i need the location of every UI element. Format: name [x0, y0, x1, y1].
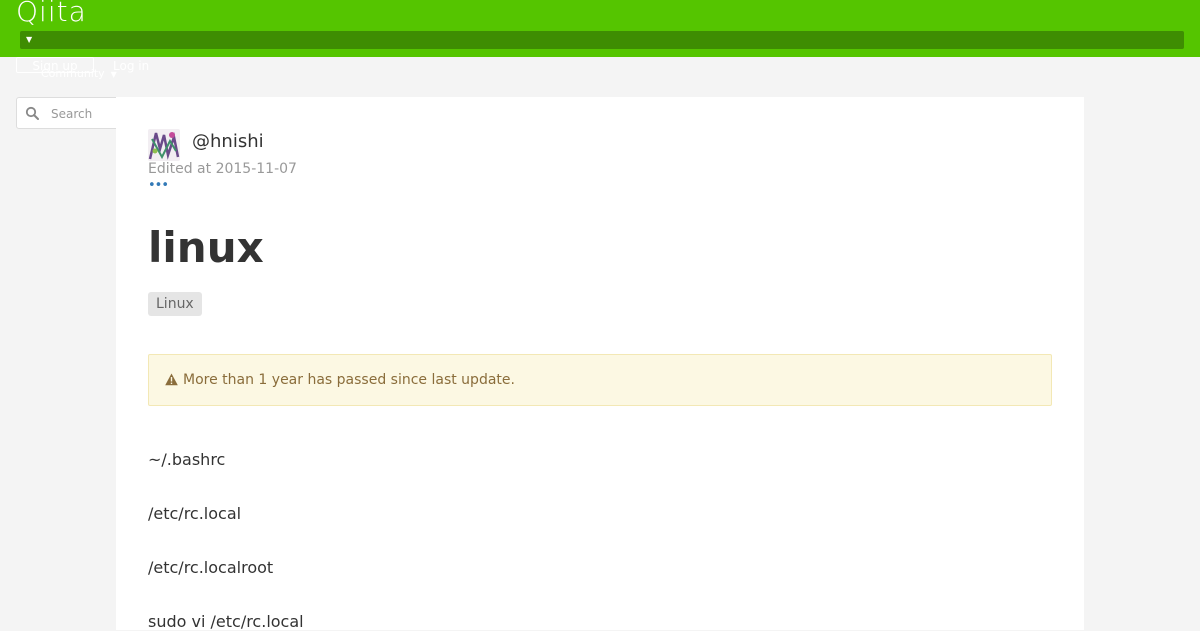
body-line: /etc/rc.localroot	[148, 558, 274, 577]
outdated-warning: More than 1 year has passed since last u…	[148, 354, 1052, 406]
login-link[interactable]: Log in	[113, 58, 149, 74]
warning-icon	[165, 373, 178, 386]
author-avatar[interactable]	[148, 129, 180, 161]
caret-down-icon[interactable]: ▼	[26, 36, 32, 44]
author-name[interactable]: @hnishi	[192, 131, 264, 152]
avatar-image	[148, 129, 180, 161]
site-header: Qiita ▼	[0, 0, 1200, 57]
more-options-icon[interactable]: •••	[148, 179, 169, 192]
warning-text: More than 1 year has passed since last u…	[183, 372, 515, 388]
article-title: linux	[148, 223, 264, 272]
article-card: @hnishi Edited at 2015-11-07 ••• linux L…	[116, 97, 1084, 631]
header-menu-bar[interactable]: ▼	[20, 31, 1184, 49]
qiita-logo[interactable]: Qiita	[16, 0, 87, 28]
search-icon	[25, 106, 39, 120]
body-line: ~/.bashrc	[148, 450, 226, 469]
body-line: /etc/rc.local	[148, 504, 242, 523]
edited-date: Edited at 2015-11-07	[148, 161, 297, 177]
tag-linux[interactable]: Linux	[148, 292, 202, 316]
community-menu[interactable]: Community ▼	[41, 67, 117, 82]
community-label: Community	[41, 67, 105, 80]
body-line: sudo vi /etc/rc.local	[148, 612, 304, 631]
caret-down-icon: ▼	[110, 70, 117, 79]
